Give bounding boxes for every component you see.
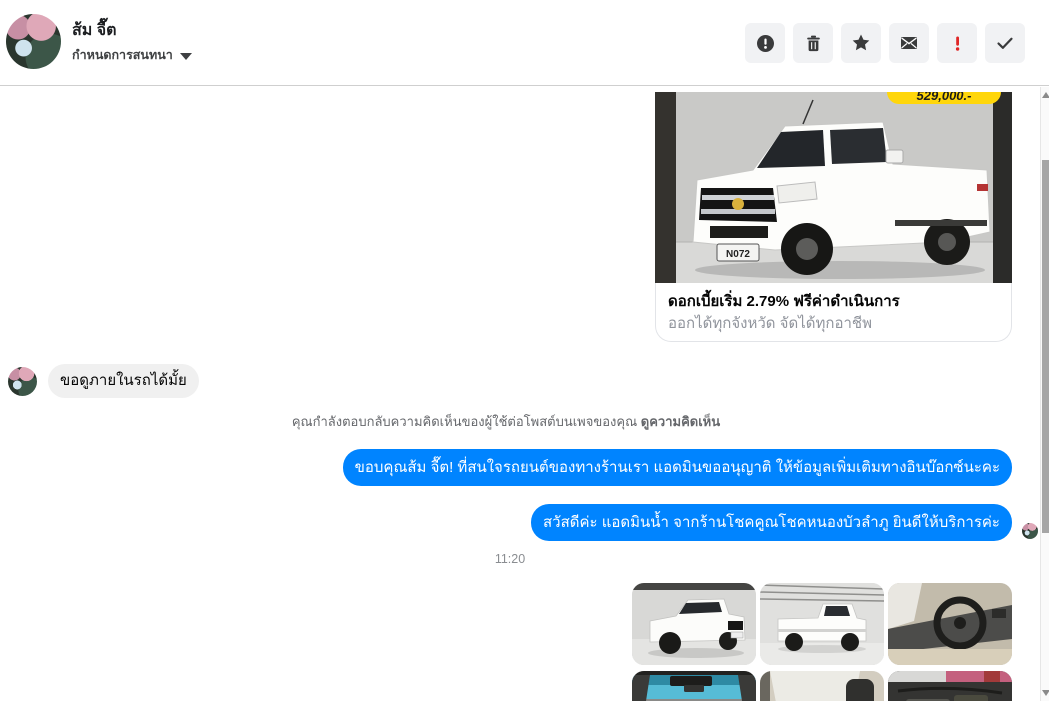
exclamation-icon (955, 36, 959, 51)
attachment-card[interactable]: N072 529,000.- ดอกเบี้ยเริ่ม 2.79% ฟรีค่… (655, 92, 1012, 342)
timestamp: 11:20 (494, 552, 526, 566)
truck-engine-photo-image (888, 671, 1012, 701)
truck-front-photo-image (632, 583, 756, 665)
mark-spam-button[interactable] (745, 23, 785, 63)
license-plate: N072 (726, 249, 750, 260)
check-icon (997, 37, 1013, 49)
conversation-header: ส้ม จื๊ต กำหนดการสนทนา (0, 0, 1049, 86)
truck-side-photo[interactable] (760, 583, 884, 665)
mark-important-button[interactable] (937, 23, 977, 63)
outgoing-message-bubble: สวัสดีค่ะ แอดมินน้ำ จากร้านโชคคูณโชคหนอง… (531, 504, 1012, 541)
chevron-down-icon (179, 52, 192, 60)
truck-engine-photo[interactable] (888, 671, 1012, 701)
mark-done-button[interactable] (985, 23, 1025, 63)
conversation-label-dropdown[interactable]: กำหนดการสนทนา (72, 46, 192, 64)
incoming-message-avatar[interactable] (8, 367, 37, 396)
scroll-up-arrow[interactable] (1042, 92, 1049, 98)
trash-icon (806, 35, 820, 51)
peer-avatar[interactable] (6, 14, 61, 69)
delete-button[interactable] (793, 23, 833, 63)
truck-windshield-photo[interactable] (632, 671, 756, 701)
header-action-bar (745, 23, 1025, 63)
price-badge: 529,000.- (887, 92, 1001, 104)
view-comment-link[interactable]: ดูความคิดเห็น (641, 414, 720, 429)
svg-text:529,000.-: 529,000.- (917, 92, 972, 103)
conversation-label: กำหนดการสนทนา (72, 48, 173, 62)
envelope-icon (901, 37, 917, 49)
scrollbar-thumb[interactable] (1042, 160, 1049, 533)
truck-cabin-photo[interactable] (760, 671, 884, 701)
alert-circle-icon (756, 34, 774, 52)
scroll-down-arrow[interactable] (1042, 690, 1049, 696)
truck-side-photo-image (760, 583, 884, 665)
outgoing-message-bubble: ขอบคุณส้ม จื๊ต! ที่สนใจรถยนต์ของทางร้านเ… (342, 449, 1012, 486)
system-notice: คุณกำลังตอบกลับความคิดเห็นของผู้ใช้ต่อโพ… (0, 413, 1012, 431)
attachment-title: ดอกเบี้ยเริ่ม 2.79% ฟรีค่าดำเนินการ (668, 293, 900, 310)
photo-grid (632, 583, 1012, 701)
incoming-message-bubble: ขอดูภายในรถได้มั้ย (48, 364, 199, 398)
seen-indicator-avatar (1022, 523, 1038, 539)
message-list[interactable]: N072 529,000.- ดอกเบี้ยเริ่ม 2.79% ฟรีค่… (0, 87, 1040, 701)
attachment-subtitle: ออกได้ทุกจังหวัด จัดได้ทุกอาชีพ (668, 315, 872, 332)
peer-name: ส้ม จื๊ต (72, 22, 117, 39)
system-notice-text: คุณกำลังตอบกลับความคิดเห็นของผู้ใช้ต่อโพ… (291, 414, 638, 429)
messenger-conversation-window: ส้ม จื๊ต กำหนดการสนทนา N072 529,000.- ดอ… (0, 0, 1049, 701)
truck-front-photo[interactable] (632, 583, 756, 665)
truck-main-photo: N072 529,000.- (655, 92, 1012, 283)
truck-dashboard-photo-image (888, 583, 1012, 665)
follow-up-button[interactable] (841, 23, 881, 63)
star-icon (852, 34, 870, 51)
truck-cabin-photo-image (760, 671, 884, 701)
mark-unread-button[interactable] (889, 23, 929, 63)
attachment-card-footer: ดอกเบี้ยเริ่ม 2.79% ฟรีค่าดำเนินการ ออกไ… (655, 283, 1012, 342)
truck-dashboard-photo[interactable] (888, 583, 1012, 665)
truck-windshield-photo-image (632, 671, 756, 701)
scrollbar[interactable] (1040, 87, 1049, 701)
